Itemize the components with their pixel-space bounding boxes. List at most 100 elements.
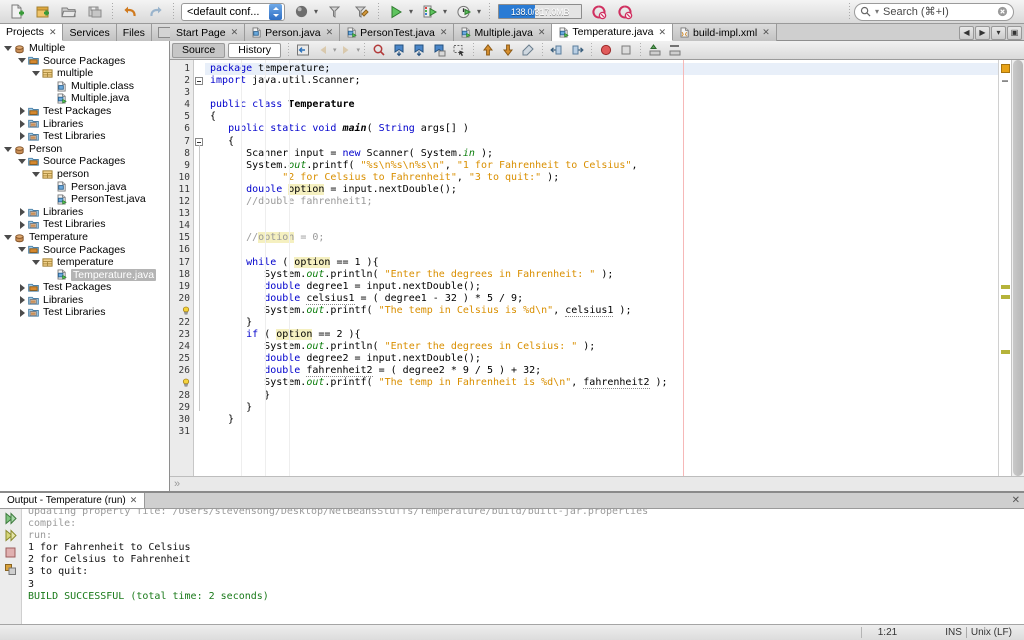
- output-text[interactable]: Updating property file: /Users/stevenson…: [22, 509, 1024, 624]
- tree-twisty-down-icon[interactable]: [31, 260, 41, 265]
- code-line[interactable]: [205, 244, 998, 256]
- tree-twisty-down-icon[interactable]: [17, 247, 27, 252]
- gutter-warning-icon[interactable]: [170, 305, 193, 317]
- toggle-rectangular-selection-icon[interactable]: [449, 42, 469, 59]
- new-file-icon[interactable]: [4, 1, 30, 23]
- find-selection-icon[interactable]: [369, 42, 389, 59]
- rerun-icon[interactable]: [4, 512, 17, 525]
- code-line[interactable]: {: [205, 136, 998, 148]
- line-ending[interactable]: Unix (LF): [967, 627, 1016, 638]
- rerun-alt-icon[interactable]: [4, 529, 17, 542]
- document-tab-multiple-java[interactable]: Multiple.java✕: [454, 24, 552, 41]
- comment-icon[interactable]: [645, 42, 665, 59]
- configuration-spinner-icon[interactable]: [269, 4, 282, 20]
- debug-project-icon[interactable]: [417, 1, 443, 23]
- code-line[interactable]: System.out.println( "Enter the degrees i…: [205, 341, 998, 353]
- code-line[interactable]: public static void main( String args[] ): [205, 123, 998, 135]
- document-tab-persontest-java[interactable]: PersonTest.java✕: [340, 24, 454, 41]
- line-number[interactable]: 30: [170, 414, 193, 426]
- undo-icon[interactable]: [117, 1, 143, 23]
- code-line[interactable]: }: [205, 390, 998, 402]
- code-editor[interactable]: 1234567891011121314151617181920222324252…: [170, 60, 1024, 476]
- tree-twisty-right-icon[interactable]: [17, 132, 27, 140]
- line-number[interactable]: 20: [170, 293, 193, 305]
- projects-tree[interactable]: MultipleSource PackagesmultipleMultiple.…: [0, 41, 170, 491]
- error-stripe-warning-mark[interactable]: [1001, 285, 1010, 289]
- tree-node-multiple[interactable]: multiple: [0, 67, 169, 80]
- line-number[interactable]: 9: [170, 160, 193, 172]
- tree-node-multiple-class[interactable]: Multiple.class: [0, 80, 169, 93]
- tree-twisty-down-icon[interactable]: [3, 46, 13, 51]
- line-number[interactable]: 19: [170, 281, 193, 293]
- code-line[interactable]: System.out.printf( "%s\n%s\n%s\n", "1 fo…: [205, 160, 998, 172]
- line-number[interactable]: 14: [170, 220, 193, 232]
- tree-twisty-down-icon[interactable]: [31, 71, 41, 76]
- run-dropdown-arrow-icon[interactable]: ▾: [409, 7, 413, 16]
- line-number[interactable]: 1: [170, 63, 193, 75]
- next-tab-icon[interactable]: ▶: [975, 26, 990, 40]
- code-line[interactable]: //double fahrenheit1;: [205, 196, 998, 208]
- code-line[interactable]: }: [205, 402, 998, 414]
- output-window-close-icon[interactable]: ✕: [1012, 495, 1020, 506]
- code-line[interactable]: import java.util.Scanner;: [205, 75, 998, 87]
- tree-twisty-down-icon[interactable]: [3, 147, 13, 152]
- code-line[interactable]: Scanner input = new Scanner( System.in )…: [205, 148, 998, 160]
- tree-node-libraries[interactable]: Libraries: [0, 206, 169, 219]
- previous-error-icon[interactable]: [478, 42, 498, 59]
- line-number[interactable]: 7: [170, 136, 193, 148]
- line-number[interactable]: 4: [170, 99, 193, 111]
- tree-node-person[interactable]: person: [0, 168, 169, 181]
- close-icon[interactable]: ✕: [130, 495, 138, 506]
- toggle-highlight-icon[interactable]: [518, 42, 538, 59]
- tab-history[interactable]: History: [228, 43, 281, 58]
- line-number[interactable]: 22: [170, 317, 193, 329]
- line-number[interactable]: 5: [170, 111, 193, 123]
- open-project-icon[interactable]: [56, 1, 82, 23]
- tree-twisty-right-icon[interactable]: [17, 208, 27, 216]
- caret-position[interactable]: 1:21: [874, 627, 901, 638]
- forward-icon[interactable]: [336, 42, 356, 59]
- code-line[interactable]: System.out.printf( "The temp in Fahrenhe…: [205, 377, 998, 389]
- tree-twisty-right-icon[interactable]: [17, 296, 27, 304]
- code-line[interactable]: double degree2 = input.nextDouble();: [205, 353, 998, 365]
- new-project-icon[interactable]: [30, 1, 56, 23]
- document-tab-start-page[interactable]: Start Page✕: [170, 24, 245, 41]
- window-tab-services[interactable]: Services: [63, 24, 116, 41]
- code-line[interactable]: public class Temperature: [205, 99, 998, 111]
- tree-node-person-java[interactable]: Person.java: [0, 181, 169, 194]
- previous-bookmark-icon[interactable]: [389, 42, 409, 59]
- code-line[interactable]: double fahrenheit2 = ( degree2 * 9 / 5 )…: [205, 365, 998, 377]
- code-text-area[interactable]: package temperature;import java.util.Sca…: [205, 60, 998, 476]
- tree-twisty-right-icon[interactable]: [17, 107, 27, 115]
- start-macro-recording-icon[interactable]: [596, 42, 616, 59]
- search-input[interactable]: ▾ Search (⌘+I): [854, 3, 1014, 21]
- clean-and-build-icon[interactable]: [322, 1, 348, 23]
- close-icon[interactable]: ✕: [49, 27, 57, 38]
- output-tab[interactable]: Output - Temperature (run) ✕: [0, 493, 145, 508]
- next-bookmark-icon[interactable]: [409, 42, 429, 59]
- tree-twisty-right-icon[interactable]: [17, 221, 27, 229]
- build-project-icon[interactable]: [288, 1, 314, 23]
- line-number[interactable]: 2: [170, 75, 193, 87]
- tree-node-temperature-java[interactable]: Temperature.java: [0, 269, 169, 282]
- build-dropdown-arrow-icon[interactable]: ▾: [314, 7, 318, 16]
- code-fold-column[interactable]: [194, 60, 205, 476]
- line-number[interactable]: 10: [170, 172, 193, 184]
- tree-twisty-down-icon[interactable]: [17, 58, 27, 63]
- line-number[interactable]: 12: [170, 196, 193, 208]
- close-icon[interactable]: ✕: [538, 27, 546, 38]
- breadcrumb-expand-icon[interactable]: »: [174, 478, 180, 490]
- redo-icon[interactable]: [143, 1, 169, 23]
- document-tab-build-impl-xml[interactable]: build-impl.xml✕: [673, 24, 777, 41]
- tree-node-source-packages[interactable]: Source Packages: [0, 155, 169, 168]
- close-icon[interactable]: ✕: [231, 27, 239, 38]
- code-fold-toggle-icon[interactable]: [195, 77, 203, 85]
- tree-node-person[interactable]: Person: [0, 143, 169, 156]
- code-line[interactable]: double celsius1 = ( degree1 - 32 ) * 5 /…: [205, 293, 998, 305]
- line-number[interactable]: 11: [170, 184, 193, 196]
- window-tab-projects[interactable]: Projects✕: [0, 24, 63, 41]
- tree-twisty-right-icon[interactable]: [17, 309, 27, 317]
- line-number[interactable]: 13: [170, 208, 193, 220]
- profile-dropdown-arrow-icon[interactable]: ▾: [477, 7, 481, 16]
- line-number[interactable]: 8: [170, 148, 193, 160]
